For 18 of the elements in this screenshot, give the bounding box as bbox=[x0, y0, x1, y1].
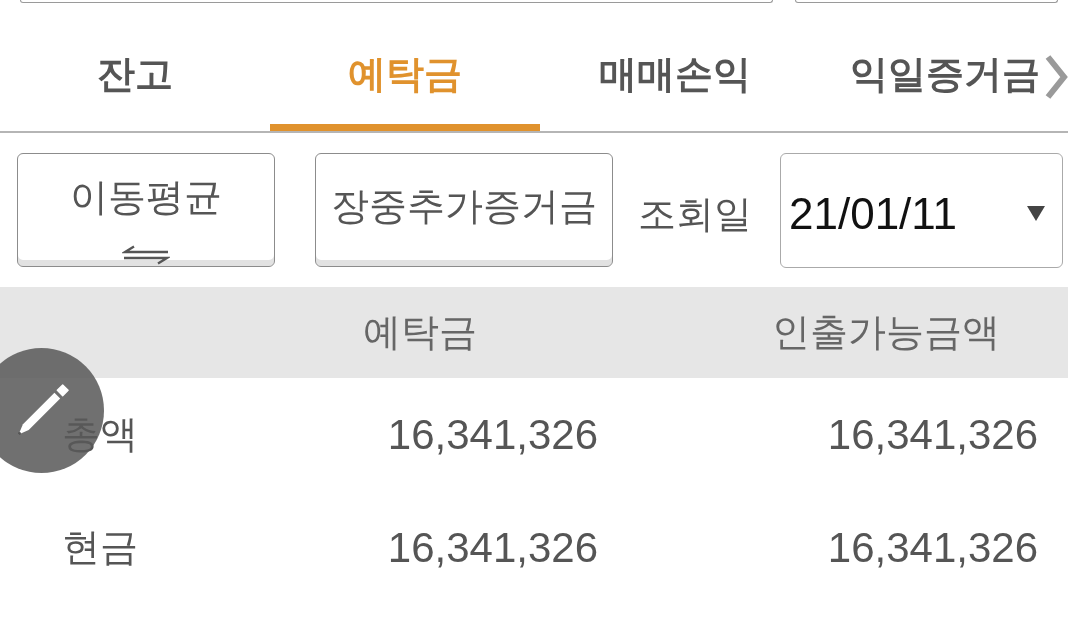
column-header: 인출가능금액 bbox=[771, 309, 1000, 356]
filter-button[interactable]: 장중추가증거금 bbox=[315, 153, 613, 267]
input-field[interactable] bbox=[795, 0, 1058, 3]
table-cell: 16,341,326 bbox=[827, 410, 1038, 458]
input-field[interactable] bbox=[20, 0, 773, 3]
tab[interactable]: 매매손익 bbox=[540, 4, 810, 131]
tab[interactable]: 익일증거금 bbox=[810, 4, 1068, 131]
column-header: 예탁금 bbox=[363, 309, 477, 356]
caret-icon bbox=[1027, 206, 1045, 221]
table-cell: 16,341,326 bbox=[387, 410, 598, 458]
table-cell: 16,341,326 bbox=[827, 523, 1038, 571]
filter-button[interactable]: 이동평균 bbox=[17, 153, 275, 267]
row-label: 현금 bbox=[62, 525, 138, 569]
table-cell: 16,341,326 bbox=[387, 523, 598, 571]
tab[interactable]: 잔고 bbox=[0, 4, 270, 131]
date-label: 조회일 bbox=[638, 190, 752, 238]
swap-arrows-icon bbox=[122, 245, 170, 265]
date-dropdown[interactable]: 21/01/11 bbox=[780, 153, 1063, 268]
